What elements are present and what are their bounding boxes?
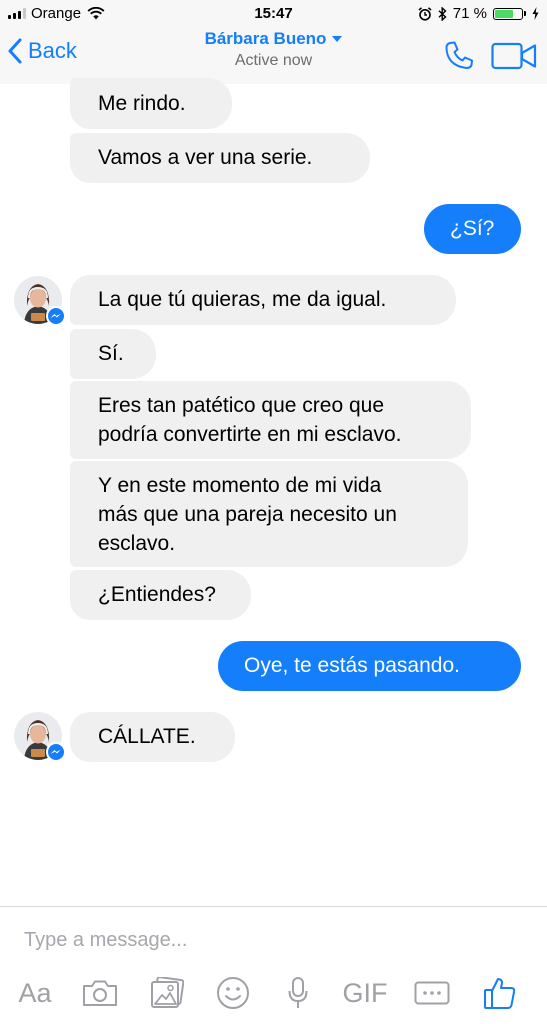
message-text-line: podría convertirte en mi esclavo. (98, 423, 402, 446)
message-text: CÁLLATE. (98, 725, 196, 748)
message-text: Vamos a ver una serie. (98, 146, 313, 169)
message-incoming[interactable]: Vamos a ver una serie. (70, 133, 370, 183)
contact-name: Bárbara Bueno (204, 29, 327, 48)
voice-call-button[interactable] (444, 40, 474, 75)
message-text: Sí. (98, 342, 124, 365)
contact-avatar[interactable] (14, 712, 66, 762)
message-text-line: esclavo. (98, 532, 176, 555)
message-outgoing[interactable]: ¿Sí? (424, 204, 521, 254)
message-text-line: más que una pareja necesito un (98, 503, 397, 526)
message-incoming[interactable]: ¿Entiendes? (70, 570, 251, 620)
gif-icon: GIF (342, 977, 388, 1008)
emoji-icon (217, 977, 249, 1009)
emoji-button[interactable] (214, 973, 252, 1013)
message-text: La que tú quieras, me da igual. (98, 288, 387, 311)
like-button[interactable] (480, 973, 520, 1013)
message-incoming[interactable]: Sí. (70, 329, 156, 379)
message-text: ¿Sí? (450, 217, 495, 240)
text-format-icon: Aa (18, 977, 52, 1008)
messenger-badge-icon (46, 742, 66, 762)
gallery-icon (151, 977, 184, 1008)
camera-icon (83, 980, 117, 1006)
more-button[interactable] (412, 973, 452, 1013)
contact-avatar[interactable] (14, 276, 66, 326)
composer-toolbar: Aa GIF (0, 973, 547, 1017)
video-call-button[interactable] (491, 42, 537, 75)
status-right: 71 % (418, 5, 539, 22)
battery-percent: 71 % (452, 5, 487, 22)
message-text: ¿Entiendes? (98, 583, 216, 606)
conversation-header: Back Bárbara Bueno Active now (0, 28, 547, 84)
message-input[interactable] (24, 923, 504, 957)
gallery-button[interactable] (147, 973, 187, 1013)
contact-name-button[interactable]: Bárbara Bueno (205, 29, 343, 49)
composer: Aa (0, 906, 547, 1024)
alarm-icon (418, 6, 432, 21)
message-text-line: Eres tan patético que creo que (98, 394, 385, 417)
message-text-line: Y en este momento de mi vida (98, 474, 382, 497)
message-text: Me rindo. (98, 92, 186, 115)
message-text: Oye, te estás pasando. (244, 654, 460, 677)
message-incoming[interactable]: La que tú quieras, me da igual. (70, 275, 456, 325)
messenger-badge-icon (46, 306, 66, 326)
battery-icon (493, 7, 526, 20)
message-outgoing[interactable]: Oye, te estás pasando. (218, 641, 521, 691)
status-bar: Orange 15:47 71 % (0, 0, 547, 28)
message-incoming[interactable]: CÁLLATE. (70, 712, 235, 762)
message-thread[interactable]: Me rindo. Vamos a ver una serie. ¿Sí? La (0, 78, 547, 906)
text-format-button[interactable]: Aa (12, 973, 58, 1013)
more-icon (414, 981, 450, 1005)
camera-button[interactable] (80, 973, 120, 1013)
bluetooth-icon (438, 6, 447, 21)
microphone-icon (288, 977, 308, 1008)
gif-button[interactable]: GIF (340, 973, 390, 1013)
video-camera-icon (491, 42, 537, 70)
message-incoming[interactable]: Y en este momento de mi vida más que una… (70, 461, 468, 567)
caret-down-icon (332, 36, 343, 42)
message-incoming[interactable]: Me rindo. (70, 78, 232, 129)
phone-icon (445, 41, 473, 69)
microphone-button[interactable] (284, 973, 312, 1013)
message-incoming[interactable]: Eres tan patético que creo que podría co… (70, 381, 471, 459)
like-icon (484, 978, 516, 1009)
charging-icon (532, 7, 539, 20)
